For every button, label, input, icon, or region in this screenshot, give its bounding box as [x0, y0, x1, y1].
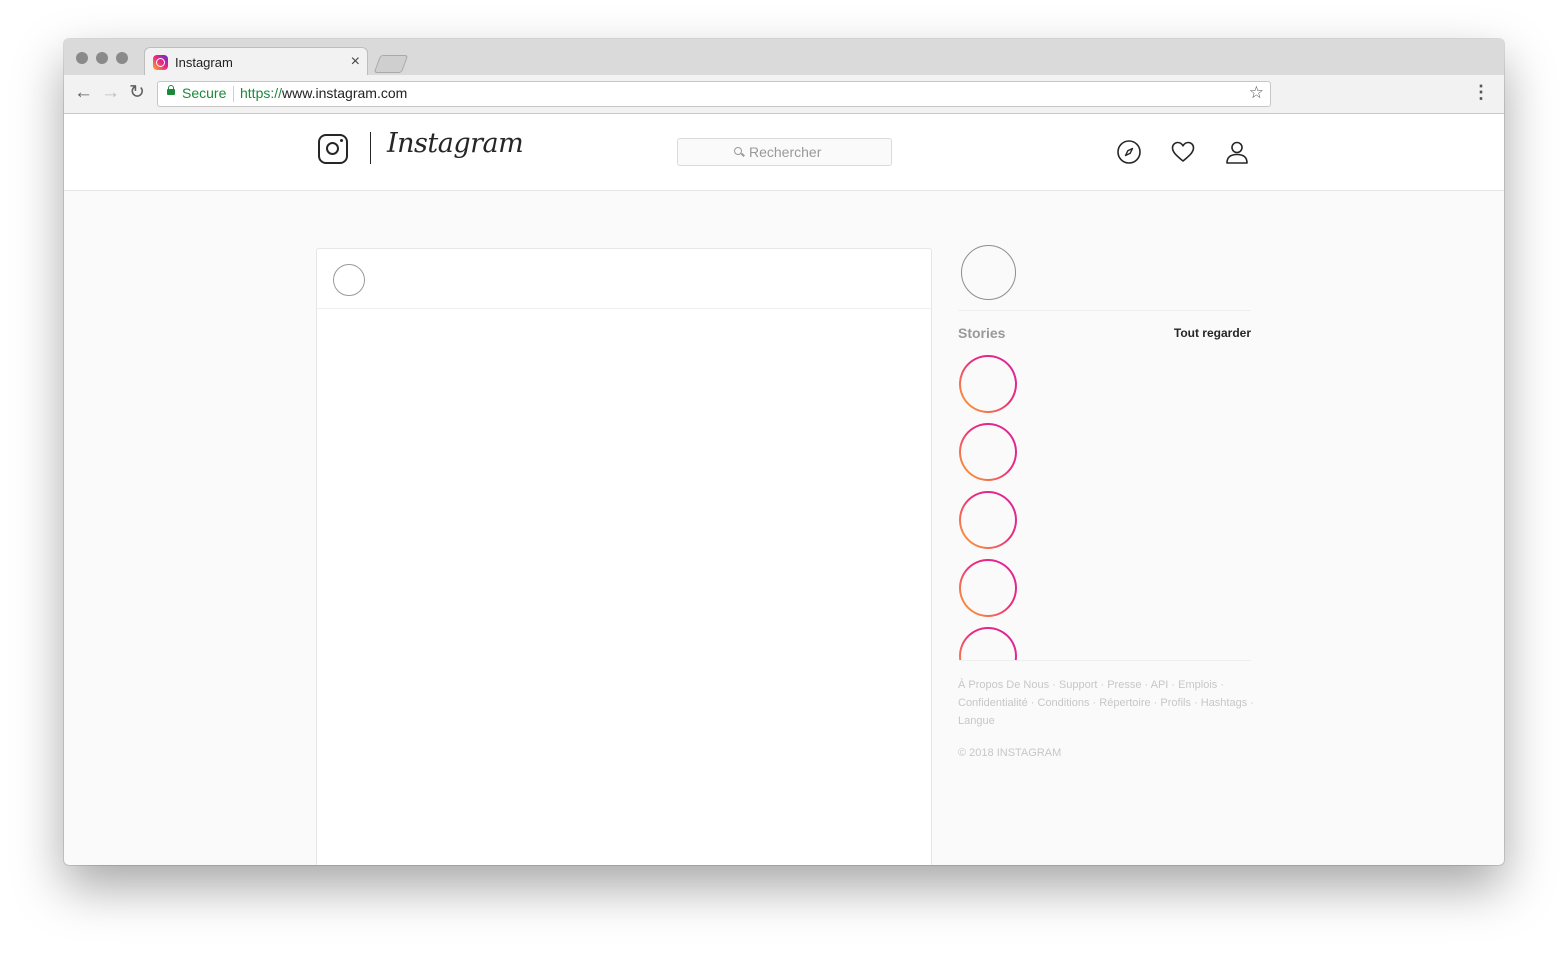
story-avatar[interactable]	[959, 423, 1017, 481]
compass-icon[interactable]	[1116, 139, 1142, 165]
footer-separator: ·	[1217, 679, 1224, 691]
instagram-favicon-icon	[153, 55, 168, 70]
footer-link[interactable]: À Propos De Nous	[958, 679, 1049, 691]
url-scheme: https://	[240, 85, 283, 101]
stories-list	[959, 355, 1029, 660]
footer-separator: ·	[1168, 679, 1179, 691]
lock-icon	[167, 85, 175, 95]
footer-separator: ·	[1247, 697, 1254, 709]
heart-icon[interactable]	[1170, 139, 1196, 165]
minimize-window-button[interactable]	[96, 52, 108, 64]
logo-divider	[370, 132, 371, 164]
back-button[interactable]: ←	[74, 83, 93, 103]
footer-link[interactable]: API	[1151, 679, 1169, 691]
omnibox-divider	[233, 86, 234, 102]
post-header	[317, 249, 931, 309]
story-avatar[interactable]	[959, 355, 1017, 413]
footer-link[interactable]: Hashtags	[1201, 697, 1247, 709]
footer-link[interactable]: Support	[1059, 679, 1098, 691]
footer-link[interactable]: Répertoire	[1099, 697, 1150, 709]
feed-post	[316, 248, 932, 865]
forward-button[interactable]: →	[101, 83, 120, 103]
browser-menu-icon[interactable]: ⋮	[1472, 82, 1490, 102]
search-icon	[734, 147, 742, 155]
footer-separator: ·	[1049, 679, 1059, 691]
footer-link[interactable]: Profils	[1160, 697, 1191, 709]
tab-title: Instagram	[175, 55, 233, 70]
footer-link[interactable]: Presse	[1107, 679, 1141, 691]
search-placeholder: Rechercher	[749, 144, 822, 160]
reload-button[interactable]: ↻	[129, 83, 145, 103]
secure-label: Secure	[182, 85, 227, 101]
url-text[interactable]: https://www.instagram.com	[240, 85, 407, 101]
browser-toolbar: ← → ↻ Secure https://www.instagram.com ☆…	[64, 75, 1504, 114]
bookmark-star-icon[interactable]: ☆	[1249, 83, 1264, 103]
footer-separator: ·	[1190, 697, 1201, 709]
maximize-window-button[interactable]	[116, 52, 128, 64]
stories-bottom-divider	[958, 660, 1251, 661]
user-icon[interactable]	[1224, 139, 1250, 165]
url-host: www.instagram.com	[282, 85, 408, 101]
stories-title: Stories	[958, 325, 1006, 341]
browser-window: Instagram × ← → ↻ Secure https://www.ins…	[64, 39, 1504, 865]
see-all-stories-link[interactable]: Tout regarder	[1174, 326, 1251, 340]
sidebar-divider	[958, 310, 1251, 311]
post-avatar[interactable]	[333, 264, 365, 296]
address-bar[interactable]: Secure https://www.instagram.com ☆	[157, 81, 1271, 107]
instagram-camera-icon[interactable]	[318, 134, 348, 164]
footer-links: À Propos De Nous · Support · Presse · AP…	[958, 676, 1258, 730]
story-avatar[interactable]	[959, 559, 1017, 617]
footer-separator: ·	[1089, 697, 1100, 709]
tab-close-icon[interactable]: ×	[351, 53, 360, 71]
profile-avatar[interactable]	[961, 245, 1016, 300]
browser-tab[interactable]: Instagram ×	[144, 47, 368, 77]
search-input[interactable]: Rechercher	[677, 138, 892, 166]
footer-link[interactable]: Confidentialité	[958, 697, 1028, 709]
footer-link[interactable]: Langue	[958, 715, 995, 727]
instagram-header: Instagram Rechercher	[64, 114, 1504, 191]
story-avatar[interactable]	[959, 627, 1017, 660]
footer-separator: ·	[1141, 679, 1151, 691]
footer-separator: ·	[1097, 679, 1108, 691]
new-tab-button[interactable]	[373, 55, 409, 73]
story-avatar[interactable]	[959, 491, 1017, 549]
footer-separator: ·	[1150, 697, 1161, 709]
copyright: © 2018 INSTAGRAM	[958, 747, 1062, 759]
instagram-wordmark[interactable]: Instagram	[387, 128, 524, 159]
footer-separator: ·	[1027, 697, 1038, 709]
footer-link[interactable]: Conditions	[1038, 697, 1090, 709]
footer-link[interactable]: Emplois	[1178, 679, 1217, 691]
tab-strip: Instagram ×	[64, 39, 1504, 77]
close-window-button[interactable]	[76, 52, 88, 64]
